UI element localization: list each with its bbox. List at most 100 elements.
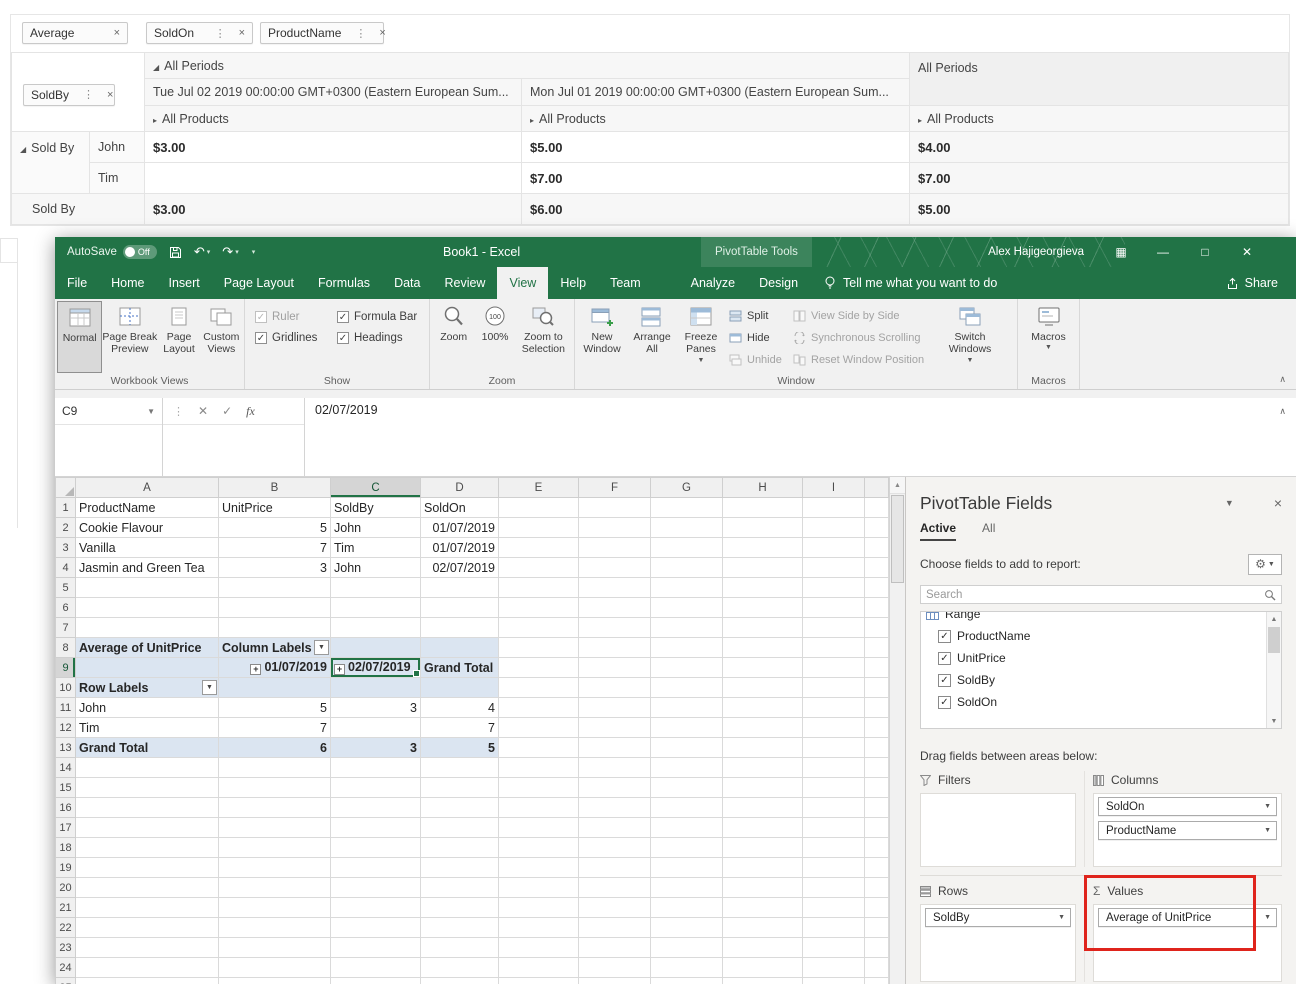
cell-H11[interactable] — [723, 698, 803, 718]
cell-E3[interactable] — [499, 538, 579, 558]
cell-I18[interactable] — [803, 838, 865, 858]
pivot-col-header-date-2[interactable]: Mon Jul 01 2019 00:00:00 GMT+0300 (Easte… — [522, 79, 910, 106]
col-header-A[interactable]: A — [76, 478, 219, 498]
zoom-100-button[interactable]: 100 100% — [475, 301, 514, 373]
cell-A13[interactable]: Grand Total — [76, 738, 219, 758]
cell-B24[interactable] — [219, 958, 331, 978]
tools-gear-button[interactable]: ⚙▼ — [1248, 554, 1282, 575]
pivot-chip-average[interactable]: Average × — [22, 22, 128, 44]
cell-G15[interactable] — [651, 778, 723, 798]
cell-B11[interactable]: 5 — [219, 698, 331, 718]
cell-A24[interactable] — [76, 958, 219, 978]
columns-well[interactable]: SoldOn▼ ProductName▼ — [1093, 793, 1282, 867]
cell-C24[interactable] — [331, 958, 421, 978]
close-button[interactable]: ✕ — [1226, 237, 1268, 267]
cell-C10[interactable] — [331, 678, 421, 698]
cell-F12[interactable] — [579, 718, 651, 738]
confirm-entry-icon[interactable]: ✓ — [222, 404, 232, 418]
cell-I1[interactable] — [803, 498, 865, 518]
field-checkbox-soldby[interactable]: ✓SoldBy — [926, 669, 1263, 691]
synchronous-scrolling-button[interactable]: Synchronous Scrolling — [789, 328, 941, 347]
cell-F10[interactable] — [579, 678, 651, 698]
cell-I21[interactable] — [803, 898, 865, 918]
row-header-11[interactable]: 11 — [56, 698, 76, 718]
remove-icon[interactable]: × — [379, 27, 385, 39]
cell-G23[interactable] — [651, 938, 723, 958]
pane-tab-all[interactable]: All — [982, 521, 995, 541]
cell-G10[interactable] — [651, 678, 723, 698]
cell-B25[interactable] — [219, 978, 331, 984]
cell-G5[interactable] — [651, 578, 723, 598]
cell-filler[interactable] — [865, 858, 889, 878]
tab-file[interactable]: File — [55, 267, 99, 299]
cell-B13[interactable]: 6 — [219, 738, 331, 758]
cell-H16[interactable] — [723, 798, 803, 818]
pivot-col-header-all-products-3[interactable]: ▸All Products — [910, 106, 1289, 132]
cell-E21[interactable] — [499, 898, 579, 918]
cell-H24[interactable] — [723, 958, 803, 978]
rows-well[interactable]: SoldBy▼ — [920, 904, 1076, 982]
cell-B8[interactable]: Column Labels▼ — [219, 638, 331, 658]
cell-C16[interactable] — [331, 798, 421, 818]
cell-D25[interactable] — [421, 978, 499, 984]
tab-design[interactable]: Design — [747, 267, 810, 299]
col-header-E[interactable]: E — [499, 478, 579, 498]
cell-H18[interactable] — [723, 838, 803, 858]
formula-bar-collapse-icon[interactable]: ∧ — [1279, 406, 1286, 417]
cell-H25[interactable] — [723, 978, 803, 984]
new-window-button[interactable]: New Window — [577, 301, 627, 373]
pane-tab-active[interactable]: Active — [920, 521, 956, 541]
cell-filler[interactable] — [865, 498, 889, 518]
field-chip-average-of-unitprice[interactable]: Average of UnitPrice▼ — [1098, 908, 1277, 927]
cell-I23[interactable] — [803, 938, 865, 958]
cell-I20[interactable] — [803, 878, 865, 898]
cell-D17[interactable] — [421, 818, 499, 838]
cell-filler[interactable] — [865, 698, 889, 718]
cell-G1[interactable] — [651, 498, 723, 518]
cell-F25[interactable] — [579, 978, 651, 984]
cell-D10[interactable] — [421, 678, 499, 698]
custom-views-button[interactable]: Custom Views — [201, 301, 242, 373]
cell-I7[interactable] — [803, 618, 865, 638]
cell-D20[interactable] — [421, 878, 499, 898]
cell-H5[interactable] — [723, 578, 803, 598]
drag-handle-icon[interactable]: ⋮ — [215, 27, 225, 40]
cell-A22[interactable] — [76, 918, 219, 938]
cell-E25[interactable] — [499, 978, 579, 984]
cell-D14[interactable] — [421, 758, 499, 778]
cell-D23[interactable] — [421, 938, 499, 958]
cell-B16[interactable] — [219, 798, 331, 818]
cell-E7[interactable] — [499, 618, 579, 638]
cell-D15[interactable] — [421, 778, 499, 798]
cell-E5[interactable] — [499, 578, 579, 598]
cell-D4[interactable]: 02/07/2019 — [421, 558, 499, 578]
cell-G20[interactable] — [651, 878, 723, 898]
cell-F24[interactable] — [579, 958, 651, 978]
cell-D1[interactable]: SoldOn — [421, 498, 499, 518]
cell-E17[interactable] — [499, 818, 579, 838]
cell-F13[interactable] — [579, 738, 651, 758]
zoom-button[interactable]: Zoom — [432, 301, 475, 373]
cell-B3[interactable]: 7 — [219, 538, 331, 558]
pivot-col-header-date-1[interactable]: Tue Jul 02 2019 00:00:00 GMT+0300 (Easte… — [145, 79, 522, 106]
cell-C23[interactable] — [331, 938, 421, 958]
reset-window-position-button[interactable]: Reset Window Position — [789, 350, 941, 369]
pivot-chip-productname[interactable]: ProductName ⋮ × — [260, 22, 384, 44]
cell-E18[interactable] — [499, 838, 579, 858]
cell-A21[interactable] — [76, 898, 219, 918]
cell-A4[interactable]: Jasmin and Green Tea — [76, 558, 219, 578]
hide-button[interactable]: Hide — [725, 328, 789, 347]
row-header-12[interactable]: 12 — [56, 718, 76, 738]
page-layout-view-button[interactable]: Page Layout — [157, 301, 200, 373]
cell-A1[interactable]: ProductName — [76, 498, 219, 518]
cell-C22[interactable] — [331, 918, 421, 938]
cell-H14[interactable] — [723, 758, 803, 778]
cell-F14[interactable] — [579, 758, 651, 778]
cell-filler[interactable] — [865, 938, 889, 958]
cell-filler[interactable] — [865, 838, 889, 858]
row-header-14[interactable]: 14 — [56, 758, 76, 778]
cell-C9[interactable]: +02/07/2019 — [331, 658, 421, 678]
insert-function-icon[interactable]: fx — [246, 404, 255, 419]
cell-A17[interactable] — [76, 818, 219, 838]
cell-C21[interactable] — [331, 898, 421, 918]
